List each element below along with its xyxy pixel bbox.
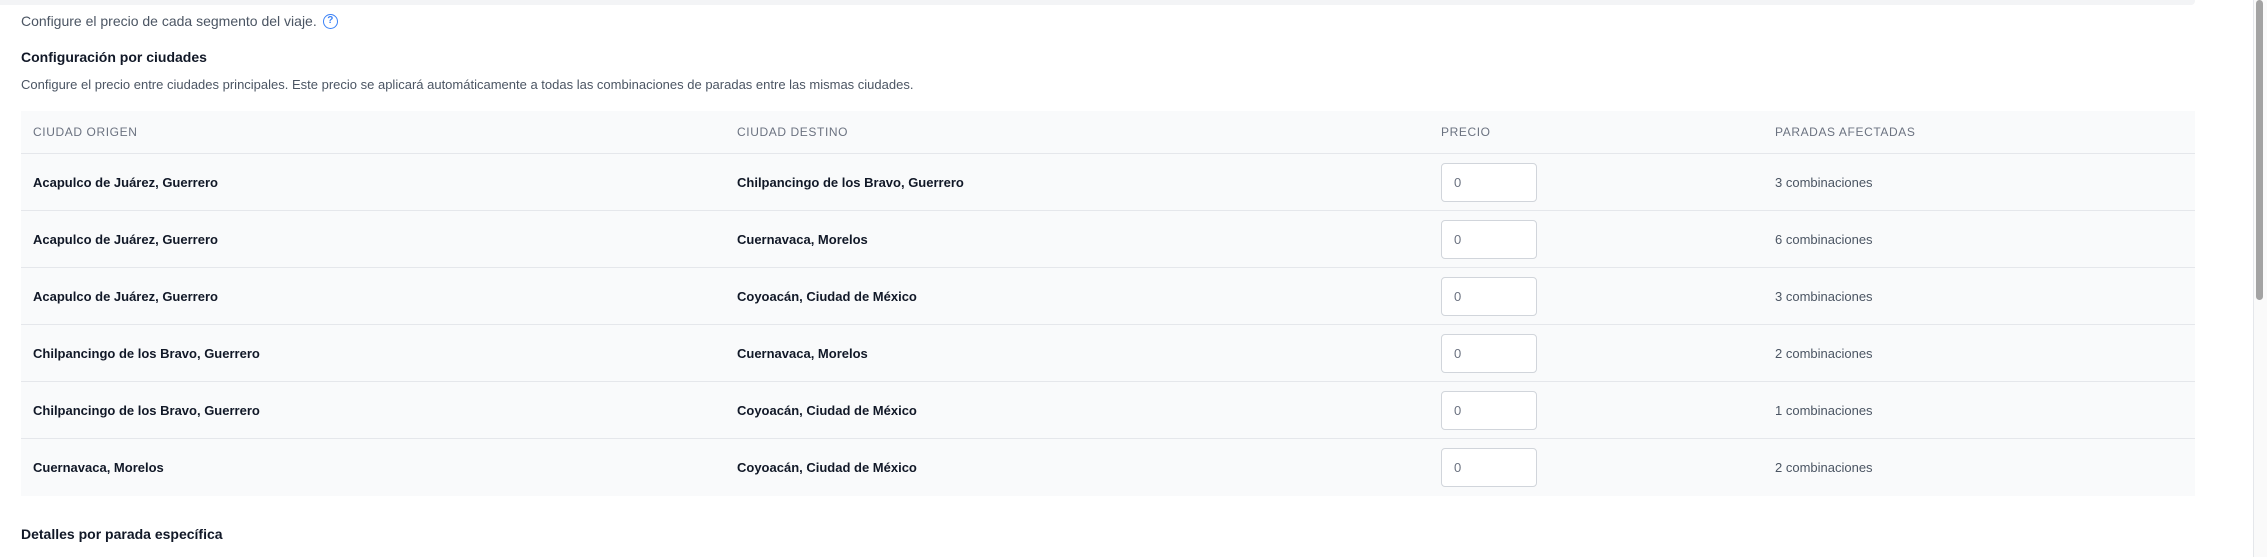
table-body: Acapulco de Juárez, Guerrero Chilpancingo…	[21, 154, 2195, 496]
question-circle-icon[interactable]: ?	[322, 13, 338, 29]
table-row: Chilpancingo de los Bravo, Guerrero Cuern…	[21, 325, 2195, 382]
destination-cell: Coyoacán, Ciudad de México	[737, 288, 917, 304]
section-description: Configure el precio entre ciudades princ…	[21, 77, 914, 92]
table-header: CIUDAD ORIGEN CIUDAD DESTINO PRECIO PARA…	[21, 111, 2195, 154]
affected-cell: 3 combinaciones	[1775, 288, 1873, 304]
destination-cell: Cuernavaca, Morelos	[737, 231, 868, 247]
affected-cell: 3 combinaciones	[1775, 174, 1873, 190]
origin-cell: Acapulco de Juárez, Guerrero	[33, 288, 218, 304]
city-price-table: CIUDAD ORIGEN CIUDAD DESTINO PRECIO PARA…	[21, 111, 2195, 496]
table-row: Acapulco de Juárez, Guerrero Chilpancingo…	[21, 154, 2195, 211]
affected-cell: 6 combinaciones	[1775, 231, 1873, 247]
header-affected: PARADAS AFECTADAS	[1775, 125, 1916, 139]
affected-cell: 2 combinaciones	[1775, 345, 1873, 361]
scrollbar-thumb[interactable]	[2256, 0, 2263, 300]
price-cell	[1429, 390, 1763, 430]
price-cell	[1429, 219, 1763, 259]
origin-cell: Chilpancingo de los Bravo, Guerrero	[33, 345, 260, 361]
destination-cell: Chilpancingo de los Bravo, Guerrero	[737, 174, 964, 190]
section-title: Configuración por ciudades	[21, 49, 207, 65]
specific-stops-title: Detalles por parada específica	[21, 526, 223, 542]
header-destination: CIUDAD DESTINO	[737, 125, 849, 139]
affected-cell: 2 combinaciones	[1775, 460, 1873, 475]
price-input[interactable]	[1441, 390, 1537, 430]
header-price: PRECIO	[1441, 125, 1491, 139]
table-row: Acapulco de Juárez, Guerrero Coyoacán, Ci…	[21, 268, 2195, 325]
table-row: Cuernavaca, Morelos Coyoacán, Ciudad de M…	[21, 439, 2195, 496]
header-origin: CIUDAD ORIGEN	[33, 125, 138, 139]
top-panel-edge	[0, 0, 2195, 5]
price-input[interactable]	[1441, 219, 1537, 259]
intro-text: Configure el precio de cada segmento del…	[21, 13, 317, 29]
origin-cell: Acapulco de Juárez, Guerrero	[33, 174, 218, 190]
intro-line: Configure el precio de cada segmento del…	[21, 13, 338, 29]
destination-cell: Coyoacán, Ciudad de México	[737, 460, 917, 475]
price-cell	[1429, 448, 1763, 487]
affected-cell: 1 combinaciones	[1775, 402, 1873, 418]
price-cell	[1429, 333, 1763, 373]
destination-cell: Cuernavaca, Morelos	[737, 345, 868, 361]
origin-cell: Cuernavaca, Morelos	[33, 460, 164, 475]
origin-cell: Acapulco de Juárez, Guerrero	[33, 231, 218, 247]
table-row: Acapulco de Juárez, Guerrero Cuernavaca, …	[21, 211, 2195, 268]
price-input[interactable]	[1441, 162, 1537, 202]
price-cell	[1429, 162, 1763, 202]
price-cell	[1429, 276, 1763, 316]
destination-cell: Coyoacán, Ciudad de México	[737, 402, 917, 418]
price-input[interactable]	[1441, 448, 1537, 487]
price-input[interactable]	[1441, 333, 1537, 373]
price-input[interactable]	[1441, 276, 1537, 316]
origin-cell: Chilpancingo de los Bravo, Guerrero	[33, 402, 260, 418]
table-row: Chilpancingo de los Bravo, Guerrero Coyoa…	[21, 382, 2195, 439]
